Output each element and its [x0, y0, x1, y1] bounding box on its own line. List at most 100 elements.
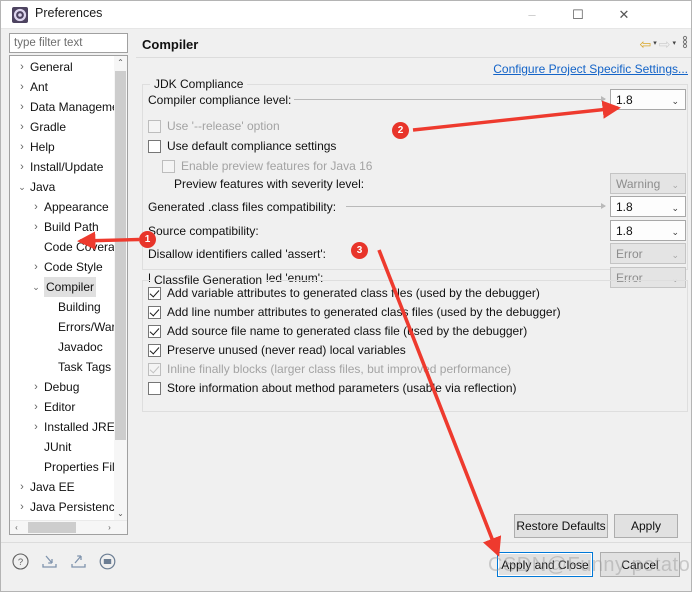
chevron-right-icon[interactable]: ›: [16, 77, 28, 97]
close-button[interactable]: ✕: [601, 1, 647, 28]
help-icon[interactable]: ?: [11, 552, 30, 571]
classfile-option-label-6: Store information about method parameter…: [167, 381, 517, 395]
use-default-compliance-checkbox[interactable]: [148, 140, 161, 153]
tree-horizontal-scrollbar[interactable]: ‹ ›: [10, 520, 127, 534]
classfile-option-checkbox-5[interactable]: [148, 363, 161, 376]
sidebar-item-label: General: [30, 60, 73, 74]
classfile-option-checkbox-2[interactable]: [148, 306, 161, 319]
scroll-left-icon[interactable]: ‹: [10, 521, 23, 534]
tree-horizontal-scroll-thumb[interactable]: [28, 522, 76, 533]
chevron-down-icon[interactable]: ⌄: [30, 277, 42, 297]
class-files-compatibility-combo[interactable]: 1.8 ⌄: [610, 196, 686, 217]
scroll-up-icon[interactable]: ⌃: [114, 56, 127, 70]
sidebar-item-label: Installed JREs: [44, 420, 116, 434]
compliance-level-label: Compiler compliance level:: [148, 93, 292, 107]
sidebar-item-general[interactable]: › General: [10, 57, 116, 77]
sidebar-item-task-tags[interactable]: Task Tags: [10, 357, 116, 377]
chevron-right-icon[interactable]: ›: [30, 377, 42, 397]
minimize-button[interactable]: –: [509, 1, 555, 28]
export-icon[interactable]: [69, 552, 88, 571]
filter-input[interactable]: type filter text: [9, 33, 128, 53]
chevron-right-icon[interactable]: ›: [30, 257, 42, 277]
page-title-separator: [136, 57, 691, 58]
configure-project-specific-settings-link[interactable]: Configure Project Specific Settings...: [493, 62, 688, 76]
sidebar-item-java-persistence[interactable]: › Java Persistence: [10, 497, 116, 517]
chevron-right-icon[interactable]: ›: [30, 217, 42, 237]
sidebar-item-errors-warn[interactable]: Errors/Warn: [10, 317, 116, 337]
chevron-right-icon[interactable]: ›: [30, 397, 42, 417]
source-compatibility-combo[interactable]: 1.8 ⌄: [610, 220, 686, 241]
view-menu-icon[interactable]: [682, 34, 688, 54]
chevron-right-icon[interactable]: ›: [30, 197, 42, 217]
sidebar-item-appearance[interactable]: › Appearance: [10, 197, 116, 217]
sidebar-item-javadoc[interactable]: Javadoc: [10, 337, 116, 357]
sidebar-item-build-path[interactable]: › Build Path: [10, 217, 116, 237]
compliance-level-combo[interactable]: 1.8 ⌄: [610, 89, 686, 110]
chevron-right-icon[interactable]: ›: [16, 497, 28, 517]
apply-button[interactable]: Apply: [614, 514, 678, 538]
classfile-option-label-5: Inline finally blocks (larger class file…: [167, 362, 512, 376]
classfile-option-checkbox-1[interactable]: [148, 287, 161, 300]
chevron-down-icon: ⌄: [671, 250, 679, 260]
sidebar-item-label: Debug: [44, 380, 80, 394]
sidebar-item-label: Java: [30, 180, 56, 194]
import-icon[interactable]: [40, 552, 59, 571]
sidebar-item-ant[interactable]: › Ant: [10, 77, 116, 97]
forward-history-chevron-down-icon[interactable]: ▾: [672, 34, 676, 54]
sidebar-item-install-update[interactable]: › Install/Update: [10, 157, 116, 177]
sidebar-item-junit[interactable]: JUnit: [10, 437, 116, 457]
chevron-right-icon[interactable]: ›: [16, 97, 28, 117]
apply-preferences-icon[interactable]: [98, 552, 117, 571]
sidebar-item-compiler[interactable]: ⌄ Compiler: [10, 277, 116, 297]
scroll-down-icon[interactable]: ⌄: [114, 507, 127, 521]
chevron-right-icon[interactable]: ›: [16, 57, 28, 77]
sidebar-item-java[interactable]: ⌄ Java: [10, 177, 116, 197]
classfile-option-label-4: Preserve unused (never read) local varia…: [167, 343, 406, 357]
preview-severity-combo[interactable]: Warning ⌄: [610, 173, 686, 194]
disallow-assert-combo[interactable]: Error ⌄: [610, 243, 686, 264]
restore-defaults-button[interactable]: Restore Defaults: [514, 514, 608, 538]
sidebar-item-data-manageme[interactable]: › Data Manageme: [10, 97, 116, 117]
svg-text:?: ?: [18, 557, 23, 568]
chevron-down-icon[interactable]: ⌄: [16, 177, 28, 197]
footer-separator: [1, 542, 691, 543]
sidebar-item-properties-file[interactable]: Properties File: [10, 457, 116, 477]
back-history-chevron-down-icon[interactable]: ▾: [653, 34, 657, 54]
use-default-compliance-label: Use default compliance settings: [167, 139, 337, 153]
use-release-option-checkbox[interactable]: [148, 120, 161, 133]
chevron-down-icon: ⌄: [671, 180, 679, 190]
preferences-app-icon: [12, 7, 28, 23]
sidebar-item-debug[interactable]: › Debug: [10, 377, 116, 397]
preferences-tree[interactable]: › General › Ant › Data Manageme › Gradle › Help › I…: [9, 55, 128, 535]
annotation-marker-3: 3: [351, 242, 368, 259]
classfile-option-checkbox-6[interactable]: [148, 382, 161, 395]
back-arrow-icon[interactable]: ⇦: [640, 34, 652, 54]
sidebar-item-code-style[interactable]: › Code Style: [10, 257, 116, 277]
sidebar-item-help[interactable]: › Help: [10, 137, 116, 157]
maximize-button[interactable]: ☐: [555, 1, 601, 28]
tree-vertical-scrollbar[interactable]: ⌃ ⌄: [114, 56, 127, 521]
enable-preview-features-checkbox[interactable]: [162, 160, 175, 173]
chevron-right-icon[interactable]: ›: [16, 157, 28, 177]
classfile-option-label-3: Add source file name to generated class …: [167, 324, 528, 338]
chevron-right-icon[interactable]: ›: [16, 477, 28, 497]
classfile-option-checkbox-4[interactable]: [148, 344, 161, 357]
page-toolbar: ⇦ ▾ ⇨ ▾: [638, 34, 689, 54]
sidebar-item-code-coverag[interactable]: Code Coverag: [10, 237, 116, 257]
sidebar-item-installed-jres[interactable]: › Installed JREs: [10, 417, 116, 437]
sidebar-item-label: Code Style: [44, 260, 103, 274]
scroll-right-icon[interactable]: ›: [103, 521, 116, 534]
forward-arrow-icon[interactable]: ⇨: [659, 34, 671, 54]
chevron-right-icon[interactable]: ›: [30, 417, 42, 437]
tree-vertical-scroll-thumb[interactable]: [115, 71, 126, 440]
sidebar-item-building[interactable]: Building: [10, 297, 116, 317]
sidebar-item-gradle[interactable]: › Gradle: [10, 117, 116, 137]
sidebar-item-java-ee[interactable]: › Java EE: [10, 477, 116, 497]
classfile-option-checkbox-3[interactable]: [148, 325, 161, 338]
use-release-option-label: Use '--release' option: [167, 119, 280, 133]
chevron-right-icon[interactable]: ›: [16, 137, 28, 157]
enable-preview-features-label: Enable preview features for Java 16: [181, 159, 373, 173]
chevron-right-icon[interactable]: ›: [16, 117, 28, 137]
sidebar-item-editor[interactable]: › Editor: [10, 397, 116, 417]
preview-severity-value: Warning: [616, 177, 661, 191]
